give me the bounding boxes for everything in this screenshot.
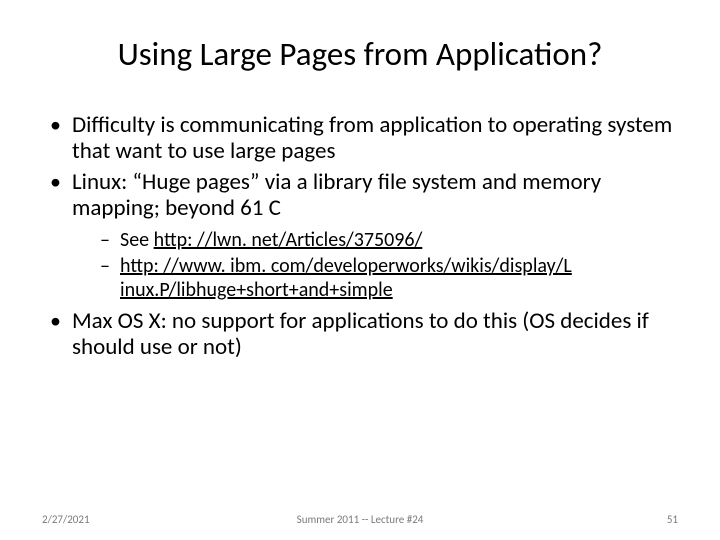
footer-center: Summer 2011 -- Lecture #24 [0,513,720,526]
sub-bullet-item: See http: //lwn. net/Articles/375096/ [100,228,674,252]
bullet-item: Linux: “Huge pages” via a library file s… [46,169,674,222]
footer-page-number: 51 [667,513,678,526]
sub-bullet-item: http: //www. ibm. com/developerworks/wik… [100,254,674,302]
sub-bullet-list: See http: //lwn. net/Articles/375096/ ht… [46,228,674,302]
slide: Using Large Pages from Application? Diff… [0,0,720,540]
slide-body: Difficulty is communicating from applica… [0,84,720,361]
slide-title: Using Large Pages from Application? [0,0,720,84]
link-text: http: //www. ibm. com/developerworks/wik… [120,254,572,302]
slide-footer: 2/27/2021 Summer 2011 -- Lecture #24 51 [0,513,720,526]
sub-bullet-text: See [120,228,154,252]
bullet-item: Difficulty is communicating from applica… [46,112,674,165]
link-text: http: //lwn. net/Articles/375096/ [154,228,423,252]
footer-date: 2/27/2021 [42,513,90,526]
bullet-item: Max OS X: no support for applications to… [46,308,674,361]
bullet-list: Difficulty is communicating from applica… [46,112,674,361]
